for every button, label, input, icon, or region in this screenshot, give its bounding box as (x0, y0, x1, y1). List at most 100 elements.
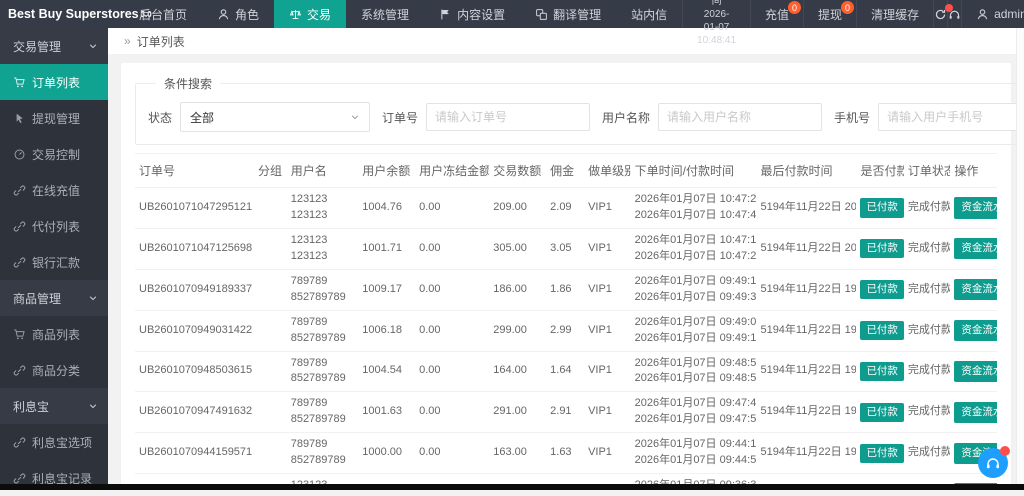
scale-icon (289, 8, 302, 21)
cell-username: 789789852789789 (287, 351, 359, 392)
table-row: UB26010710471256981231231231231001.710.0… (135, 228, 997, 269)
sidebar-item-goods-category[interactable]: 商品分类 (0, 352, 108, 388)
fund-flow-button[interactable]: 资金流水 (954, 402, 997, 423)
sidebar-section-goods-management[interactable]: 商品管理 (0, 280, 108, 316)
topnav-home[interactable]: 后台首页 (124, 0, 202, 28)
cell-commission: 2.09 (546, 188, 584, 229)
breadcrumb: » 订单列表 (108, 28, 1024, 54)
topnav-home-label: 后台首页 (139, 6, 187, 23)
paid-badge: 已付款 (860, 198, 903, 217)
cell-paid: 已付款 (856, 188, 903, 229)
order-no-input[interactable] (426, 103, 590, 131)
translate-icon (535, 8, 548, 21)
fund-flow-button[interactable]: 资金流水 (954, 197, 997, 218)
topnav-trade[interactable]: 交易 (274, 0, 346, 28)
cell-username: 789789852789789 (287, 269, 359, 310)
notifications-button[interactable] (947, 0, 961, 28)
cell-amount: 299.00 (489, 310, 546, 351)
link-icon (13, 184, 26, 197)
topnav-roles[interactable]: 角色 (202, 0, 274, 28)
screen-bottom-edge (0, 484, 1024, 490)
sidebar-item-order-list[interactable]: 订单列表 (0, 64, 108, 100)
status-select[interactable]: 全部 (180, 102, 370, 132)
topnav-system[interactable]: 系统管理 (346, 0, 424, 28)
cell-username: 789789852789789 (287, 310, 359, 351)
phone-input[interactable] (878, 103, 1024, 131)
link-icon (13, 220, 26, 233)
table-row: UB26010709490314227897898527897891006.18… (135, 310, 997, 351)
page-title: 订单列表 (137, 33, 185, 50)
refresh-button[interactable] (933, 0, 947, 28)
topnav-site-mail-label: 站内信 (631, 6, 667, 23)
sidebar-item-online-recharge[interactable]: 在线充值 (0, 172, 108, 208)
cell-action: 资金流水 (950, 228, 997, 269)
link-icon (13, 436, 26, 449)
sidebar-item-goods-list[interactable]: 商品列表 (0, 316, 108, 352)
table-row: UB26010709491893377897898527897891009.17… (135, 269, 997, 310)
fund-flow-button[interactable]: 资金流水 (954, 279, 997, 300)
local-time-value: 2026-01-07 10:48:41 (697, 8, 736, 47)
customer-service-button[interactable] (978, 448, 1008, 478)
topnav-content-settings[interactable]: 内容设置 (424, 0, 520, 28)
cell-status: 完成付款 (904, 188, 951, 229)
sidebar-section-interest-treasure[interactable]: 利息宝 (0, 388, 108, 424)
link-icon (13, 256, 26, 269)
sidebar-item-online-recharge-label: 在线充值 (32, 182, 80, 199)
cell-paid: 已付款 (856, 433, 903, 474)
cell-amount: 291.00 (489, 392, 546, 433)
cell-paid: 已付款 (856, 228, 903, 269)
sidebar-item-payment-list[interactable]: 代付列表 (0, 208, 108, 244)
orders-table-head-row: 订单号分组用户名用户余额用户冻结金额交易数额佣金做单级别下单时间/付款时间最后付… (135, 154, 997, 188)
sidebar-section-trade-management-label: 交易管理 (13, 38, 61, 55)
sidebar-item-interest-options[interactable]: 利息宝选项 (0, 424, 108, 460)
local-time-label: 当地时间 (697, 0, 736, 8)
column-header: 分组 (254, 154, 287, 188)
topnav-site-mail[interactable]: 站内信 (616, 0, 682, 28)
topbar-withdraw-label: 提现 (818, 6, 842, 23)
user-name-group: 用户名称 (602, 103, 822, 131)
column-header: 用户名 (287, 154, 359, 188)
user-name-input[interactable] (658, 103, 822, 131)
sidebar-section-interest-treasure-label: 利息宝 (13, 398, 49, 415)
content: 条件搜索 状态 全部 订单号用户名称手机号下单时间 搜索 (108, 54, 1024, 490)
cell-balance: 1009.17 (358, 269, 415, 310)
cell-frozen: 0.00 (415, 433, 489, 474)
cell-frozen: 0.00 (415, 228, 489, 269)
column-header: 最后付款时间 (756, 154, 856, 188)
cell-order-no: UB2601071047295121 (135, 188, 254, 229)
topbar-clear-cache-button[interactable]: 清理缓存 (856, 0, 933, 28)
sidebar-section-trade-management[interactable]: 交易管理 (0, 28, 108, 64)
cell-times: 2026年01月07日 10:47:122026年01月07日 10:47:23 (631, 228, 757, 269)
cell-times: 2026年01月07日 09:49:182026年01月07日 09:49:33 (631, 269, 757, 310)
cell-status: 完成付款 (904, 351, 951, 392)
sidebar-item-bank-remittance-label: 银行汇款 (32, 254, 80, 271)
topnav-translation[interactable]: 翻译管理 (520, 0, 616, 28)
service-notification-dot (1000, 446, 1010, 456)
cell-username: 123123123123 (287, 188, 359, 229)
topnav-content-settings-label: 内容设置 (457, 6, 505, 23)
cell-status: 完成付款 (904, 433, 951, 474)
fund-flow-button[interactable]: 资金流水 (954, 361, 997, 382)
cell-level: VIP1 (584, 188, 631, 229)
sidebar-item-bank-remittance[interactable]: 银行汇款 (0, 244, 108, 280)
fund-flow-button[interactable]: 资金流水 (954, 238, 997, 259)
sidebar-item-withdraw-management[interactable]: 提现管理 (0, 100, 108, 136)
cell-status: 完成付款 (904, 392, 951, 433)
cell-order-no: UB2601070947491632 (135, 392, 254, 433)
cell-order-no: UB2601070948503615 (135, 351, 254, 392)
hand-icon (13, 112, 26, 125)
sidebar-item-trade-control[interactable]: 交易控制 (0, 136, 108, 172)
status-group: 状态 全部 (148, 102, 370, 132)
chevron-down-icon (350, 112, 360, 122)
username-label: admin (994, 7, 1024, 21)
cart-icon (13, 76, 26, 89)
scrollbar[interactable] (1016, 28, 1024, 490)
topbar-withdraw-button[interactable]: 提现0 (803, 0, 856, 28)
sidebar-item-interest-records[interactable]: 利息宝记录 (0, 460, 108, 496)
user-menu[interactable]: admin (961, 0, 1024, 28)
topbar-recharge-button[interactable]: 充值0 (750, 0, 803, 28)
cell-order-no: UB2601070949031422 (135, 310, 254, 351)
cell-commission: 2.99 (546, 310, 584, 351)
fund-flow-button[interactable]: 资金流水 (954, 320, 997, 341)
user-name-label: 用户名称 (602, 109, 650, 126)
